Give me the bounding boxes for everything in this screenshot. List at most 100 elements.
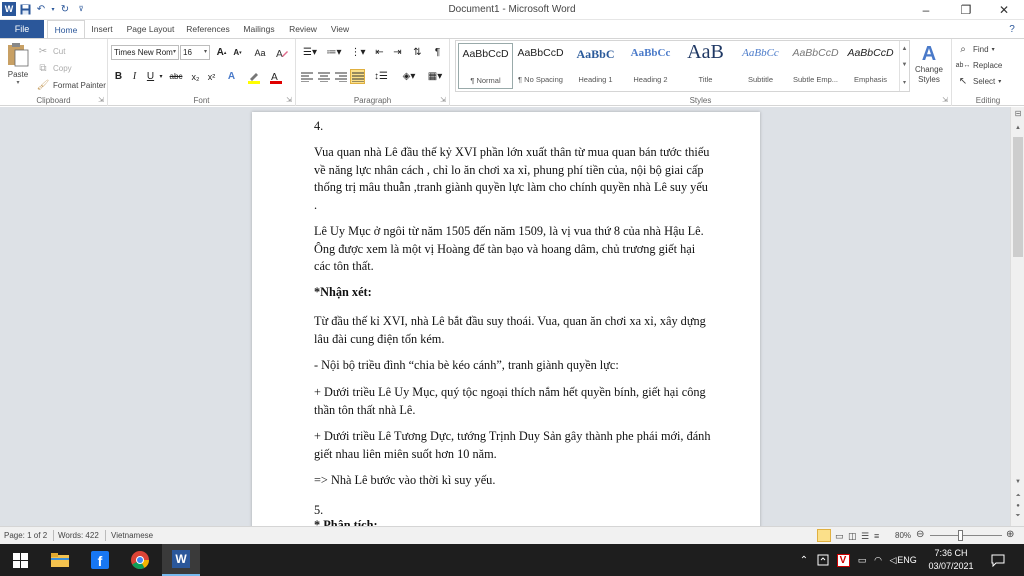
style-subtitle[interactable]: AaBbCc Subtitle: [733, 43, 788, 89]
paragraph[interactable]: - Nội bộ triều đình “chia bè kéo cánh”, …: [314, 357, 714, 375]
draft-icon[interactable]: ≡: [874, 531, 879, 541]
zoom-in-icon[interactable]: ⊕: [1006, 529, 1014, 540]
web-layout-icon[interactable]: ◫: [848, 531, 857, 542]
style-subtle-emphasis[interactable]: AaBbCcD Subtle Emp...: [788, 43, 843, 89]
change-case-button[interactable]: Aa: [250, 45, 270, 60]
strikethrough-button[interactable]: abc: [166, 69, 186, 84]
previous-page-icon[interactable]: ⏶: [1011, 493, 1024, 500]
full-screen-reading-icon[interactable]: ▭: [835, 531, 844, 542]
numbering-icon[interactable]: ≔▾: [323, 45, 345, 60]
styles-launcher-icon[interactable]: ⇲: [942, 96, 948, 104]
next-page-icon[interactable]: ⏷: [1011, 513, 1024, 520]
cut-button[interactable]: ✂ Cut: [36, 44, 66, 58]
tab-review[interactable]: Review: [286, 20, 320, 38]
increase-indent-icon[interactable]: ⇥: [390, 45, 405, 60]
style-title[interactable]: AaB Title: [678, 41, 733, 89]
page-count[interactable]: Page: 1 of 2: [4, 531, 47, 540]
zoom-slider[interactable]: [930, 535, 1002, 536]
style-heading-2[interactable]: AaBbCc Heading 2: [623, 43, 678, 89]
notifications-tray-icon[interactable]: [815, 544, 831, 576]
subscript-button[interactable]: x₂: [188, 69, 203, 84]
input-language[interactable]: ENG: [896, 544, 918, 576]
print-layout-icon[interactable]: [817, 529, 831, 542]
paragraph[interactable]: *Nhận xét:: [314, 284, 714, 302]
scroll-up-icon[interactable]: ▲: [902, 46, 908, 52]
justify-icon[interactable]: [350, 69, 365, 84]
paragraph[interactable]: 4.: [314, 118, 714, 136]
styles-gallery-scroll[interactable]: ▲ ▼ ▾: [899, 41, 909, 91]
zoom-slider-thumb[interactable]: [958, 530, 963, 541]
underline-dropdown-icon[interactable]: ▾: [157, 69, 165, 84]
vertical-scrollbar[interactable]: ⊟ ▲ ▼ ⏶ ● ⏷: [1010, 107, 1024, 526]
word-taskbar-button[interactable]: W: [162, 544, 200, 576]
tab-view[interactable]: View: [326, 20, 354, 38]
wifi-icon[interactable]: ◠: [871, 544, 885, 576]
copy-button[interactable]: ⧉ Copy: [36, 61, 71, 75]
align-left-icon[interactable]: [299, 69, 314, 84]
shrink-font-button[interactable]: A ▾: [230, 45, 245, 60]
show-formatting-button[interactable]: ¶: [430, 45, 445, 60]
ruler-toggle-icon[interactable]: ⊟: [1011, 109, 1024, 118]
zoom-out-icon[interactable]: ⊖: [916, 529, 924, 540]
paragraph[interactable]: * Phân tích:: [314, 517, 714, 526]
line-spacing-icon[interactable]: ↕☰: [370, 69, 392, 84]
select-button[interactable]: ↖ Select ▾: [956, 74, 1001, 88]
multilevel-list-icon[interactable]: ⋮▾: [347, 45, 369, 60]
outline-icon[interactable]: ☰: [861, 531, 869, 542]
chevron-up-icon[interactable]: ⌃: [796, 544, 812, 576]
style-no-spacing[interactable]: AaBbCcD ¶ No Spacing: [513, 43, 568, 89]
bold-button[interactable]: B: [111, 69, 126, 84]
text-effects-icon[interactable]: A: [224, 69, 239, 84]
clear-formatting-icon[interactable]: A: [274, 45, 289, 60]
tab-insert[interactable]: Insert: [87, 20, 117, 38]
paragraph[interactable]: + Dưới triều Lê Tương Dực, tướng Trịnh D…: [314, 428, 714, 463]
tab-mailings[interactable]: Mailings: [238, 20, 280, 38]
browse-object-icon[interactable]: ●: [1011, 503, 1024, 509]
style-normal[interactable]: AaBbCcD ¶ Normal: [458, 43, 513, 89]
style-heading-1[interactable]: AaBbC Heading 1: [568, 43, 623, 89]
tab-file[interactable]: File: [0, 20, 44, 38]
change-styles-button[interactable]: A Change Styles: [910, 43, 948, 85]
word-count[interactable]: Words: 422: [58, 531, 99, 540]
scroll-up-icon[interactable]: ▲: [1011, 125, 1024, 131]
shading-icon[interactable]: ◈▾: [398, 69, 420, 84]
scrollbar-thumb[interactable]: [1013, 137, 1023, 257]
clock[interactable]: 7:36 CH 03/07/2021: [924, 544, 978, 576]
tab-home[interactable]: Home: [47, 20, 85, 38]
paragraph[interactable]: => Nhà Lê bước vào thời kì suy yếu.: [314, 472, 714, 490]
tab-page-layout[interactable]: Page Layout: [123, 20, 178, 38]
borders-icon[interactable]: ▦▾: [424, 69, 446, 84]
align-right-icon[interactable]: [333, 69, 348, 84]
underline-button[interactable]: U: [143, 69, 158, 84]
style-emphasis[interactable]: AaBbCcD Emphasis: [843, 43, 898, 89]
paragraph[interactable]: Từ đầu thế kỉ XVI, nhà Lê bắt đầu suy th…: [314, 313, 714, 348]
bullets-icon[interactable]: ☰▾: [299, 45, 321, 60]
scroll-down-icon[interactable]: ▼: [902, 62, 908, 68]
font-size-box[interactable]: 16 ▾: [180, 45, 210, 60]
decrease-indent-icon[interactable]: ⇤: [372, 45, 387, 60]
minimize-button[interactable]: –: [906, 0, 946, 20]
zoom-level[interactable]: 80%: [895, 531, 911, 540]
replace-button[interactable]: ab↔ Replace: [956, 58, 1003, 72]
sort-icon[interactable]: ⇅: [410, 45, 425, 60]
superscript-button[interactable]: x²: [204, 69, 219, 84]
grow-font-button[interactable]: A ▴: [214, 45, 229, 60]
help-icon[interactable]: ?: [1005, 20, 1019, 38]
scroll-down-icon[interactable]: ▼: [1011, 479, 1024, 485]
tab-references[interactable]: References: [184, 20, 232, 38]
font-launcher-icon[interactable]: ⇲: [286, 96, 292, 104]
font-name-box[interactable]: Times New Rom ▾: [111, 45, 179, 60]
paragraph[interactable]: Lê Uy Mục ở ngôi từ năm 1505 đến năm 150…: [314, 223, 714, 276]
paragraph[interactable]: + Dưới triều Lê Uy Mục, quý tộc ngoại th…: [314, 384, 714, 419]
find-button[interactable]: ⌕ Find ▾: [956, 42, 994, 56]
facebook-icon[interactable]: f: [88, 548, 112, 572]
italic-button[interactable]: I: [127, 69, 142, 84]
language[interactable]: Vietnamese: [111, 531, 153, 540]
paragraph-launcher-icon[interactable]: ⇲: [440, 96, 446, 104]
restore-button[interactable]: ❐: [946, 0, 986, 20]
battery-icon[interactable]: ▭: [855, 544, 869, 576]
unikey-icon[interactable]: V: [835, 544, 851, 576]
clipboard-launcher-icon[interactable]: ⇲: [98, 96, 104, 104]
action-center-icon[interactable]: [986, 544, 1010, 576]
close-button[interactable]: ✕: [984, 0, 1024, 20]
